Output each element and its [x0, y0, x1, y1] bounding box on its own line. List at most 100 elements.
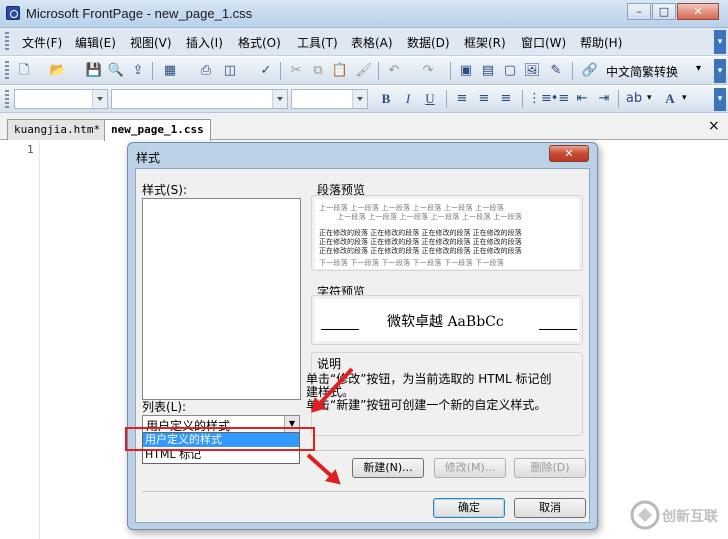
cancel-button[interactable]: 取消: [514, 498, 586, 518]
dialog-close-button[interactable]: ✕: [549, 145, 589, 162]
align-left-icon[interactable]: ≡: [452, 89, 472, 109]
prev-paragraph-text: 上一段落 上一段落 上一段落 上一段落 上一段落 上一段落: [319, 204, 504, 212]
current-paragraph-text: 正在修改的段落 正在修改的段落 正在修改的段落 正在修改的段落: [319, 238, 522, 246]
web-component-icon[interactable]: ▦: [160, 61, 180, 81]
formatting-toolbar: B I U ≡ ≡ ≡ ⋮≡ •≡ ⇤ ⇥ ab ▾ A ▾ ▾: [0, 86, 728, 113]
redo-icon[interactable]: ↷: [418, 61, 438, 81]
description-line: 单击“新建”按钮可创建一个新的自定义样式。: [306, 398, 547, 412]
menu-format[interactable]: 格式(O): [238, 34, 281, 51]
toolbar-separator: [572, 62, 573, 80]
decrease-indent-icon[interactable]: ⇤: [572, 89, 592, 109]
document-tab-bar: kuangjia.htm* new_page_1.css ×: [0, 113, 728, 141]
frontpage-app-icon[interactable]: [6, 6, 20, 20]
highlight-dropdown-arrow[interactable]: ▾: [647, 93, 652, 103]
toolbar-separator: [446, 90, 447, 108]
title-bar: Microsoft FrontPage - new_page_1.css – □…: [0, 0, 728, 28]
line-number: 1: [27, 143, 34, 156]
preview-icon[interactable]: ◫: [220, 61, 240, 81]
bold-icon[interactable]: B: [376, 89, 396, 109]
tab-kuangjia[interactable]: kuangjia.htm*: [7, 119, 108, 140]
menu-view[interactable]: 视图(V): [130, 34, 172, 51]
hyperlink-icon[interactable]: 🔗: [580, 61, 600, 81]
toolbar-separator: [618, 90, 619, 108]
new-page-icon[interactable]: 🗋: [14, 61, 34, 81]
dialog-title: 样式: [136, 151, 161, 165]
next-paragraph-text: 下一段落 下一段落 下一段落 下一段落 下一段落 下一段落: [319, 259, 504, 267]
format-painter-icon[interactable]: 🖌: [354, 61, 374, 81]
menu-table[interactable]: 表格(A): [351, 34, 393, 51]
current-paragraph-text: 正在修改的段落 正在修改的段落 正在修改的段落 正在修改的段落: [319, 247, 522, 255]
insert-web-component-icon[interactable]: ▣: [456, 61, 476, 81]
ok-button[interactable]: 确定: [433, 498, 505, 518]
maximize-button[interactable]: □: [652, 3, 676, 20]
paragraph-preview-group: 上一段落 上一段落 上一段落 上一段落 上一段落 上一段落 上一段落 上一段落 …: [311, 195, 583, 271]
menu-window[interactable]: 窗口(W): [521, 34, 566, 51]
font-combo[interactable]: [111, 89, 288, 109]
menubar-options-chevron[interactable]: ▾: [714, 30, 726, 54]
toolbar-options-chevron[interactable]: ▾: [714, 88, 726, 111]
menu-bar: 文件(F) 编辑(E) 视图(V) 插入(I) 格式(O) 工具(T) 表格(A…: [0, 28, 728, 56]
delete-style-button[interactable]: 删除(D): [514, 458, 586, 478]
close-tab-icon[interactable]: ×: [708, 118, 720, 134]
italic-icon[interactable]: I: [398, 89, 418, 109]
open-folder-icon[interactable]: 📂: [48, 61, 68, 81]
editor-gutter: [0, 141, 40, 539]
convert-dropdown-arrow[interactable]: ▾: [696, 63, 701, 74]
search-icon[interactable]: 🔍: [106, 61, 126, 81]
print-icon[interactable]: ⎙: [196, 61, 216, 81]
bullets-icon[interactable]: •≡: [550, 89, 570, 109]
toolbar-grip[interactable]: [5, 90, 9, 110]
insert-layer-icon[interactable]: ▢: [500, 61, 520, 81]
spelling-icon[interactable]: ✓: [256, 61, 276, 81]
toolbar-separator: [280, 62, 281, 80]
save-icon[interactable]: 💾: [84, 61, 104, 81]
numbering-icon[interactable]: ⋮≡: [528, 89, 552, 109]
style-combo[interactable]: [14, 89, 108, 109]
list-label: 列表(L):: [142, 400, 187, 414]
tab-new-page-css[interactable]: new_page_1.css: [104, 119, 211, 141]
highlight-color-icon[interactable]: ab: [624, 89, 644, 109]
undo-icon[interactable]: ↶: [384, 61, 404, 81]
underline-icon[interactable]: U: [420, 89, 440, 109]
modify-style-button[interactable]: 修改(M)...: [434, 458, 506, 478]
styles-listbox[interactable]: [142, 198, 301, 400]
menu-file[interactable]: 文件(F): [22, 34, 62, 51]
preview-underline-left: [321, 329, 359, 330]
align-right-icon[interactable]: ≡: [496, 89, 516, 109]
dialog-body: 样式(S): 段落预览 上一段落 上一段落 上一段落 上一段落 上一段落 上一段…: [135, 168, 590, 523]
cut-icon[interactable]: ✂: [286, 61, 306, 81]
toolbar-grip[interactable]: [5, 61, 9, 81]
insert-table-icon[interactable]: ▤: [478, 61, 498, 81]
chevron-down-icon[interactable]: [92, 90, 107, 108]
menu-tools[interactable]: 工具(T): [297, 34, 338, 51]
insert-picture-icon[interactable]: 🖼: [522, 61, 542, 81]
toolbar-options-chevron[interactable]: ▾: [714, 59, 726, 83]
chevron-down-icon[interactable]: [352, 90, 367, 108]
styles-label: 样式(S):: [142, 183, 188, 197]
close-window-button[interactable]: ✕: [677, 3, 719, 20]
new-style-button[interactable]: 新建(N)...: [352, 458, 424, 478]
menubar-grip[interactable]: [5, 32, 9, 52]
character-preview-group: 微软卓越 AaBbCc: [311, 295, 583, 345]
increase-indent-icon[interactable]: ⇥: [594, 89, 614, 109]
font-size-combo[interactable]: [291, 89, 368, 109]
menu-insert[interactable]: 插入(I): [186, 34, 223, 51]
divider: [142, 491, 584, 492]
font-color-icon[interactable]: A: [660, 89, 680, 109]
minimize-button[interactable]: –: [627, 3, 651, 20]
align-center-icon[interactable]: ≡: [474, 89, 494, 109]
watermark-logo-icon: [630, 500, 660, 530]
toolbar-separator: [450, 62, 451, 80]
font-color-dropdown-arrow[interactable]: ▾: [682, 93, 687, 103]
copy-icon[interactable]: ⧉: [308, 61, 328, 81]
paste-icon[interactable]: 📋: [330, 61, 350, 81]
menu-data[interactable]: 数据(D): [407, 34, 450, 51]
publish-icon[interactable]: ⇪: [128, 61, 148, 81]
chevron-down-icon[interactable]: [272, 90, 287, 108]
watermark: 创新互联: [628, 496, 728, 536]
chinese-convert-button[interactable]: 中文简繁转换: [606, 63, 678, 80]
menu-frames[interactable]: 框架(R): [464, 34, 506, 51]
drawing-icon[interactable]: ✎: [546, 61, 566, 81]
menu-help[interactable]: 帮助(H): [580, 34, 622, 51]
menu-edit[interactable]: 编辑(E): [75, 34, 116, 51]
